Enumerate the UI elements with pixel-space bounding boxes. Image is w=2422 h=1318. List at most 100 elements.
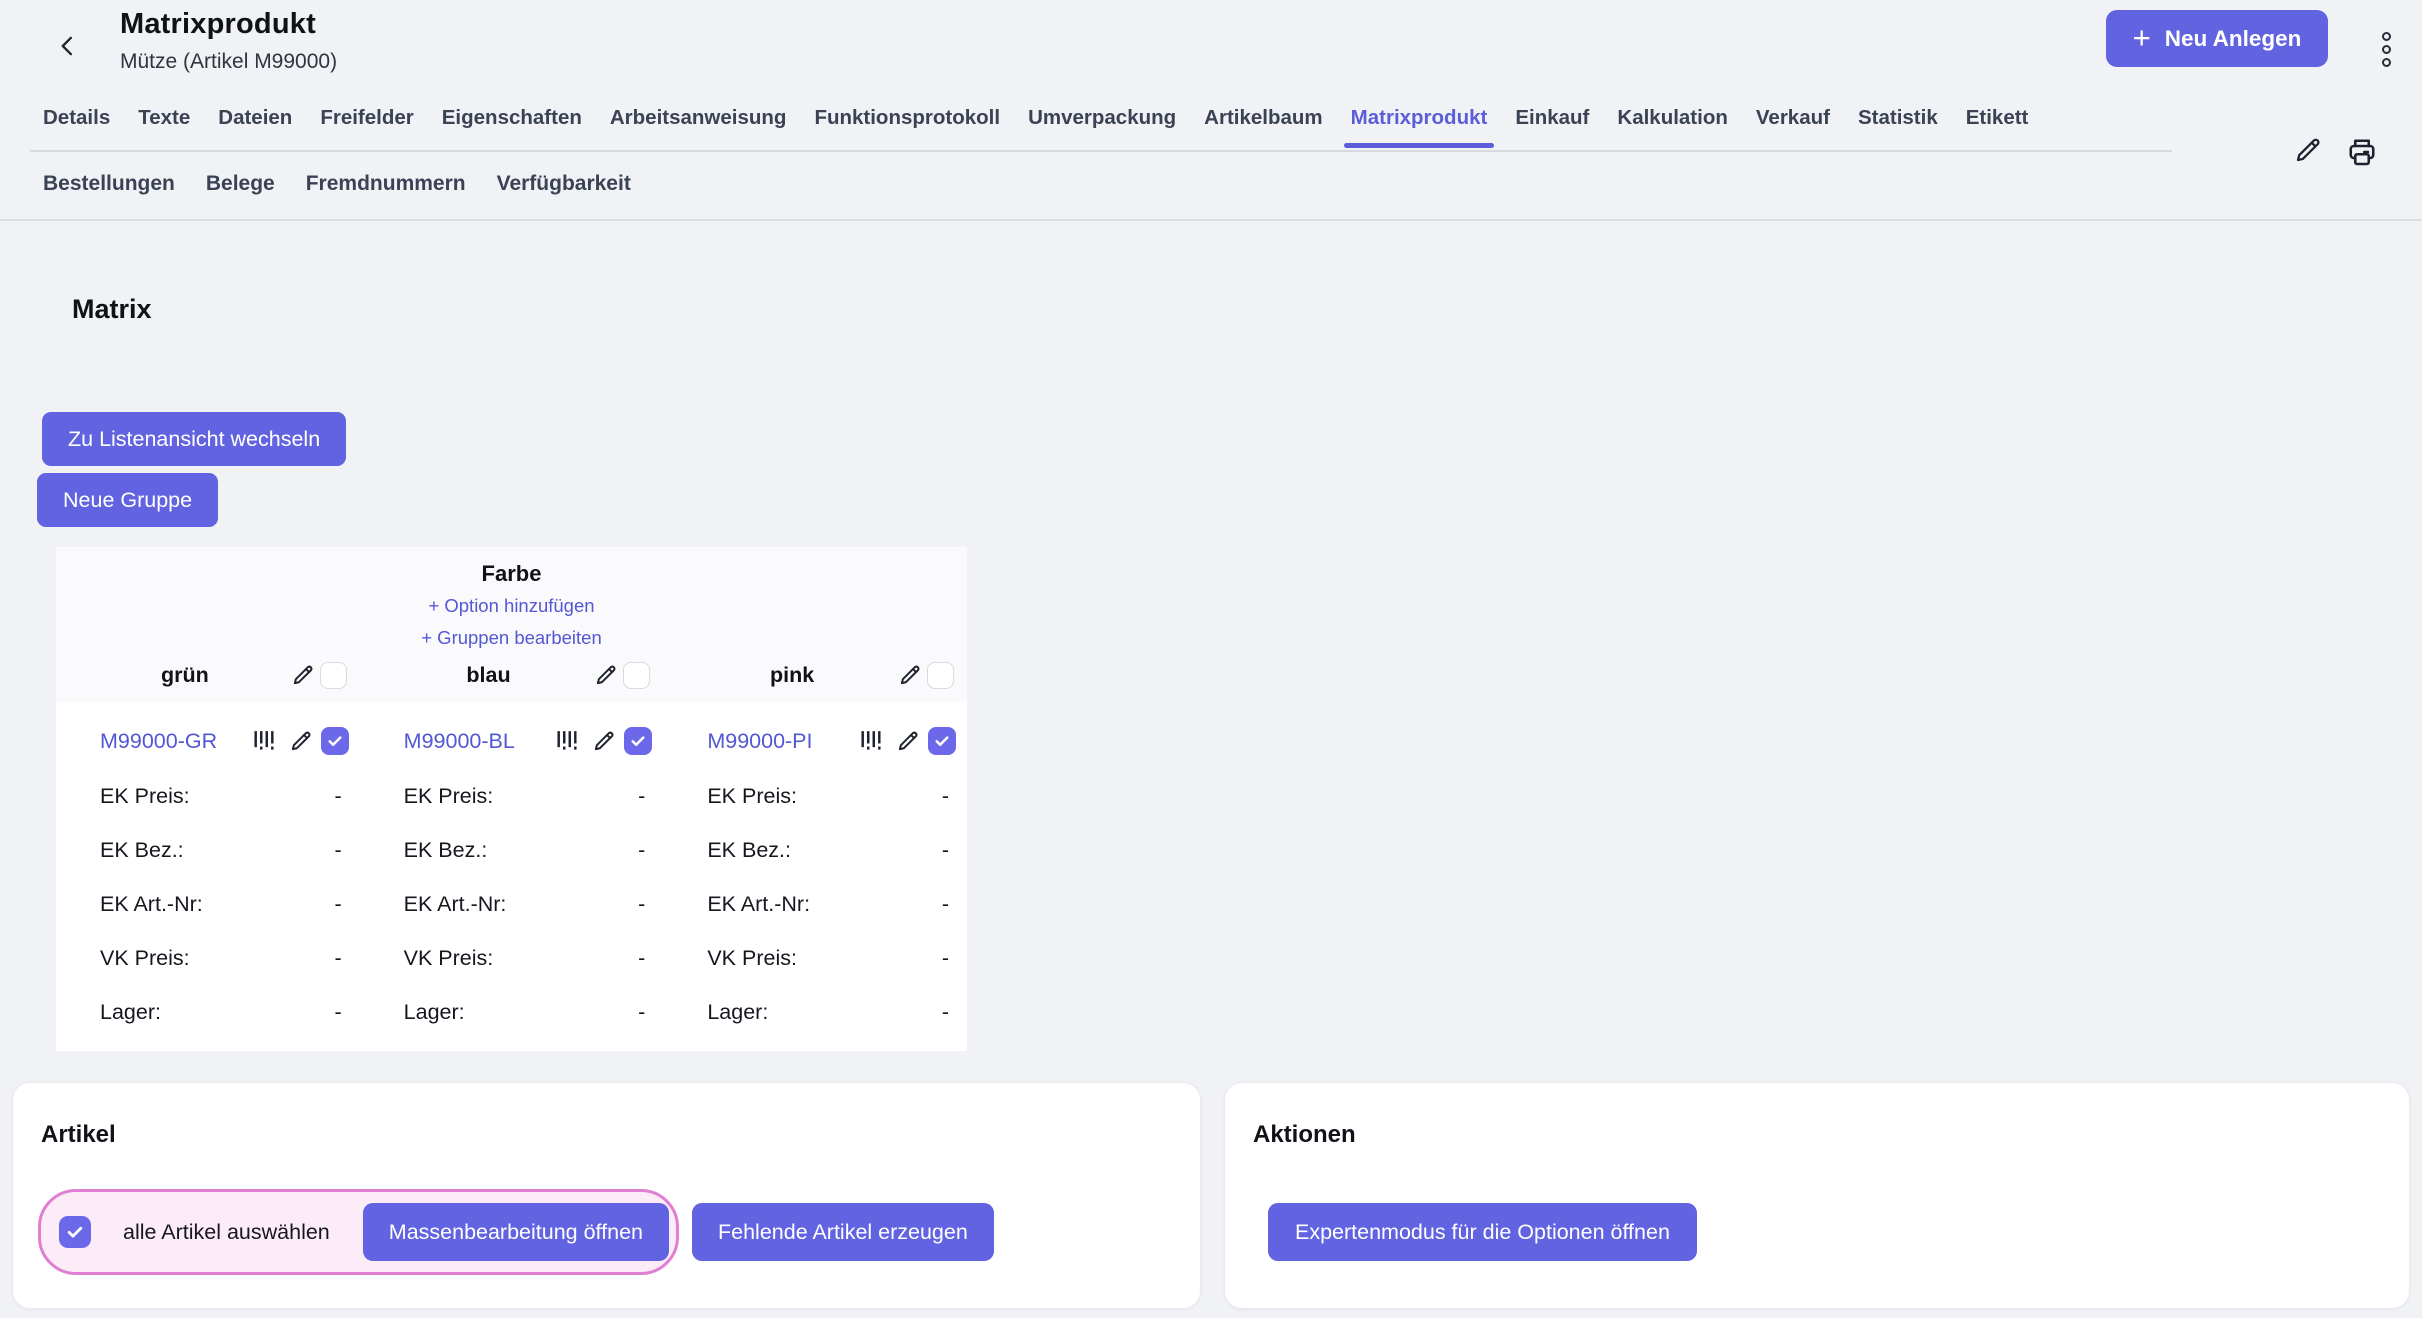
article-checkbox-checked[interactable]: [928, 727, 956, 755]
edit-option-button[interactable]: [897, 662, 923, 688]
tab-texte[interactable]: Texte: [124, 104, 204, 146]
cell-value: -: [334, 1000, 341, 1025]
actions-card-title: Aktionen: [1253, 1121, 1356, 1149]
create-missing-articles-button[interactable]: Fehlende Artikel erzeugen: [692, 1203, 994, 1261]
edit-option-button[interactable]: [593, 662, 619, 688]
edit-article-button[interactable]: [591, 728, 617, 754]
matrix-table-body: M99000-GR M99000-BL M99000-PI: [56, 703, 967, 1051]
barcode-button[interactable]: [859, 726, 891, 756]
tab-dateien[interactable]: Dateien: [204, 104, 306, 146]
option-group-name: Farbe: [56, 561, 967, 587]
edit-groups-link[interactable]: + Gruppen bearbeiten: [56, 625, 967, 651]
table-row-ek-preis: EK Preis:- EK Preis:- EK Preis:-: [56, 769, 967, 823]
new-group-button[interactable]: Neue Gruppe: [37, 473, 218, 527]
switch-to-list-view-button[interactable]: Zu Listenansicht wechseln: [42, 412, 346, 466]
article-link[interactable]: M99000-BL: [404, 729, 515, 754]
barcode-icon: [252, 726, 284, 756]
row-label: Lager:: [100, 1000, 161, 1025]
new-create-button[interactable]: + Neu Anlegen: [2106, 10, 2328, 67]
table-row-ek-artnr: EK Art.-Nr:- EK Art.-Nr:- EK Art.-Nr:-: [56, 877, 967, 931]
option-checkbox[interactable]: [927, 662, 954, 689]
tab-umverpackung[interactable]: Umverpackung: [1014, 104, 1190, 146]
row-label: Lager:: [404, 1000, 465, 1025]
pencil-icon: [591, 728, 617, 754]
header-divider: [0, 219, 2422, 221]
article-cell-gruen: M99000-GR: [56, 713, 360, 769]
matrix-table: Farbe + Option hinzufügen + Gruppen bear…: [56, 547, 967, 1051]
plus-icon: +: [2133, 22, 2151, 53]
tab-einkauf[interactable]: Einkauf: [1501, 104, 1603, 146]
select-all-checkbox[interactable]: [59, 1216, 91, 1248]
pencil-icon: [895, 728, 921, 754]
article-checkbox-checked[interactable]: [321, 727, 349, 755]
cell-value: -: [942, 784, 949, 809]
pencil-icon: [290, 662, 316, 688]
row-label: VK Preis:: [100, 946, 190, 971]
pencil-icon: [2292, 134, 2324, 170]
tab-statistik[interactable]: Statistik: [1844, 104, 1952, 146]
article-checkbox-checked[interactable]: [624, 727, 652, 755]
tab-eigenschaften[interactable]: Eigenschaften: [428, 104, 596, 146]
row-label: EK Art.-Nr:: [404, 892, 507, 917]
option-column-pink: pink: [663, 657, 967, 697]
article-row: M99000-GR M99000-BL M99000-PI: [56, 713, 967, 769]
tab-funktionsprotokoll[interactable]: Funktionsprotokoll: [800, 104, 1014, 146]
subtab-verfuegbarkeit[interactable]: Verfügbarkeit: [497, 172, 631, 196]
cell-value: -: [942, 1000, 949, 1025]
cell-value: -: [334, 784, 341, 809]
tab-arbeitsanweisung[interactable]: Arbeitsanweisung: [596, 104, 801, 146]
subtab-bestellungen[interactable]: Bestellungen: [43, 172, 175, 196]
row-label: Lager:: [707, 1000, 768, 1025]
cell-value: -: [638, 946, 645, 971]
row-label: EK Bez.:: [707, 838, 791, 863]
back-button[interactable]: [48, 24, 88, 68]
subtab-fremdnummern[interactable]: Fremdnummern: [306, 172, 466, 196]
expert-mode-button[interactable]: Expertenmodus für die Optionen öffnen: [1268, 1203, 1697, 1261]
article-link[interactable]: M99000-GR: [100, 729, 217, 754]
tab-matrixprodukt[interactable]: Matrixprodukt: [1337, 104, 1502, 146]
edit-button[interactable]: [2292, 134, 2324, 170]
printer-icon: [2344, 134, 2380, 170]
add-option-link[interactable]: + Option hinzufügen: [56, 593, 967, 619]
row-label: EK Bez.:: [100, 838, 184, 863]
option-column-gruen: grün: [56, 657, 360, 697]
tab-details[interactable]: Details: [30, 104, 124, 146]
row-label: EK Art.-Nr:: [707, 892, 810, 917]
tab-artikelbaum[interactable]: Artikelbaum: [1190, 104, 1336, 146]
option-checkbox[interactable]: [320, 662, 347, 689]
article-link[interactable]: M99000-PI: [707, 729, 812, 754]
option-column-blau: blau: [360, 657, 664, 697]
tab-kalkulation[interactable]: Kalkulation: [1603, 104, 1742, 146]
edit-article-button[interactable]: [895, 728, 921, 754]
article-cell-pink: M99000-PI: [663, 713, 967, 769]
tab-etikett[interactable]: Etikett: [1952, 104, 2043, 146]
table-row-lager: Lager:- Lager:- Lager:-: [56, 985, 967, 1039]
cell-value: -: [638, 784, 645, 809]
actions-card: Aktionen Expertenmodus für die Optionen …: [1224, 1082, 2410, 1309]
barcode-button[interactable]: [555, 726, 587, 756]
pencil-icon: [897, 662, 923, 688]
cell-value: -: [334, 946, 341, 971]
tab-freifelder[interactable]: Freifelder: [306, 104, 427, 146]
edit-option-button[interactable]: [290, 662, 316, 688]
barcode-button[interactable]: [252, 726, 284, 756]
cell-value: -: [334, 892, 341, 917]
articles-card: Artikel alle Artikel auswählen Massenbea…: [12, 1082, 1201, 1309]
checkmark-icon: [933, 732, 951, 750]
kebab-icon: [2382, 32, 2391, 41]
matrix-table-header: Farbe + Option hinzufügen + Gruppen bear…: [56, 547, 967, 703]
pencil-icon: [593, 662, 619, 688]
page-subtitle: Mütze (Artikel M99000): [120, 50, 337, 74]
edit-article-button[interactable]: [288, 728, 314, 754]
subtab-belege[interactable]: Belege: [206, 172, 275, 196]
bulk-edit-button[interactable]: Massenbearbeitung öffnen: [363, 1203, 669, 1261]
option-name: grün: [80, 663, 290, 688]
overflow-menu-button[interactable]: [2370, 24, 2402, 74]
chevron-left-icon: [54, 32, 82, 60]
tab-verkauf[interactable]: Verkauf: [1742, 104, 1844, 146]
table-row-ek-bez: EK Bez.:- EK Bez.:- EK Bez.:-: [56, 823, 967, 877]
option-checkbox[interactable]: [623, 662, 650, 689]
secondary-tab-bar: Bestellungen Belege Fremdnummern Verfügb…: [43, 172, 631, 196]
print-button[interactable]: [2344, 134, 2380, 170]
matrix-section-title: Matrix: [72, 294, 152, 325]
